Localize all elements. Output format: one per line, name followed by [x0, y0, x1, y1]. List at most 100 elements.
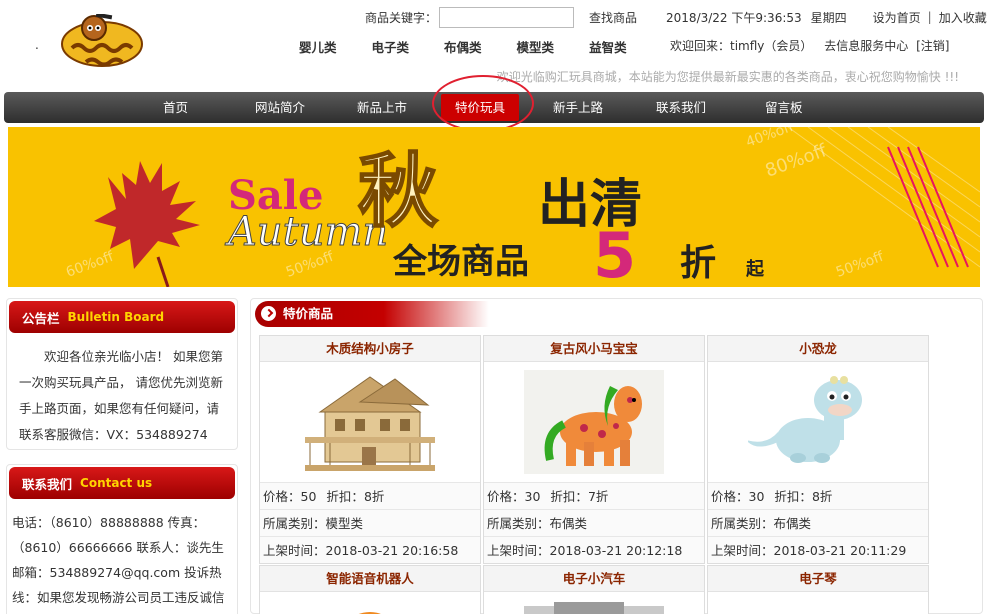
category-value: 布偶类 — [773, 516, 812, 531]
product-card[interactable]: 电子琴 — [707, 565, 929, 614]
category-value: 模型类 — [325, 516, 364, 531]
bulletin-title: 公告栏 — [22, 310, 60, 326]
time-value: 2018-03-21 20:16:58 — [325, 543, 459, 558]
discount-label: 折扣： — [550, 489, 588, 504]
discount-value: 8 — [811, 489, 820, 504]
price-label: 价格： — [487, 489, 525, 504]
product-card[interactable]: 小恐龙 价格：30 折扣：8折 所属类别：布偶类 上架时间：2018-03-21 … — [707, 335, 929, 564]
time-label: 上架时间： — [263, 543, 326, 558]
category-link-model[interactable]: 模型类 — [517, 37, 555, 56]
off-tag: 60%off — [64, 249, 116, 281]
bookmark-link[interactable]: 加入收藏 — [939, 9, 987, 26]
section-header: 特价商品 — [255, 301, 489, 327]
category-link-baby[interactable]: 婴儿类 — [299, 37, 337, 56]
welcome-marquee: 欢迎光临购汇玩具商城，本站能为您提供最新最实惠的各类商品，衷心祝您购物愉快 !!… — [496, 70, 959, 84]
search-product-link[interactable]: 查找商品 — [589, 9, 637, 26]
time-label: 上架时间： — [711, 543, 774, 558]
nav-about[interactable]: 网站简介 — [255, 92, 305, 123]
bulletin-header: 公告栏 Bulletin Board — [9, 301, 235, 333]
discount-label: 折扣： — [326, 489, 364, 504]
banner-zhe-text: 折 — [680, 243, 716, 284]
product-image-dinosaur[interactable] — [708, 362, 928, 482]
price-label: 价格： — [263, 489, 301, 504]
contact-header: 联系我们 Contact us — [9, 467, 235, 499]
user-bar: 欢迎回来：timfly（会员） 去信息服务中心 [注销] — [670, 37, 949, 54]
discount-unit: 折 — [595, 489, 609, 504]
category-link-plush[interactable]: 布偶类 — [444, 37, 482, 56]
product-image-wooden-house[interactable] — [260, 362, 480, 482]
nav-guestbook[interactable]: 留言板 — [765, 92, 803, 123]
weekday-text: 星期四 — [810, 10, 847, 25]
product-card[interactable]: 智能语音机器人 — [259, 565, 481, 614]
price-label: 价格： — [711, 489, 749, 504]
category-label: 所属类别： — [263, 516, 326, 531]
nav-home[interactable]: 首页 — [163, 92, 188, 123]
price-row: 价格：30 折扣：7折 — [484, 482, 704, 509]
price-value: 30 — [748, 489, 765, 504]
set-home-link[interactable]: 设为首页 — [873, 9, 921, 26]
price-row: 价格：50 折扣：8折 — [260, 482, 480, 509]
banner-qi-text: 起 — [745, 258, 765, 280]
discount-unit: 折 — [819, 489, 833, 504]
promo-banner[interactable]: 40%off 80%off 50%off 50%off 60%off Sale … — [8, 127, 980, 287]
contact-text: 电话：（8610）88888888 传真：（8610）66666666 联系人：… — [12, 515, 225, 605]
keyword-input[interactable] — [439, 6, 575, 28]
nav-contact[interactable]: 联系我们 — [656, 92, 706, 123]
product-name[interactable]: 电子琴 — [708, 566, 928, 592]
category-row: 所属类别：布偶类 — [484, 509, 704, 536]
maple-leaf-icon — [94, 161, 200, 287]
product-name[interactable]: 电子小汽车 — [484, 566, 704, 592]
price-value: 30 — [524, 489, 541, 504]
nav-beginner-guide[interactable]: 新手上路 — [553, 92, 603, 123]
banner-discount-number: 5 — [593, 219, 636, 287]
logout-link[interactable]: [注销] — [916, 39, 949, 53]
main-nav: 首页 网站简介 新品上市 特价玩具 新手上路 联系我们 留言板 — [4, 75, 984, 132]
time-row: 上架时间：2018-03-21 20:16:58 — [260, 536, 480, 563]
banner-all-items-text: 全场商品 — [392, 242, 529, 282]
product-name[interactable]: 复古风小马宝宝 — [484, 336, 704, 362]
category-row: 所属类别：布偶类 — [708, 509, 928, 536]
logo-dot: . — [35, 38, 39, 52]
top-bar: 商品关键字： 查找商品 2018/3/22 下午9:36:53 星期四 设为首页… — [365, 6, 987, 28]
product-card[interactable]: 电子小汽车 — [483, 565, 705, 614]
contact-box: 联系我们 Contact us 电话：（8610）88888888 传真：（86… — [6, 464, 238, 614]
discount-value: 8 — [363, 489, 372, 504]
product-name[interactable]: 小恐龙 — [708, 336, 928, 362]
section-title: 特价商品 — [283, 306, 334, 321]
bulletin-title-en: Bulletin Board — [67, 310, 165, 324]
price-value: 50 — [300, 489, 317, 504]
nav-new-arrivals[interactable]: 新品上市 — [357, 92, 407, 123]
discount-label: 折扣： — [774, 489, 812, 504]
site-logo[interactable] — [58, 12, 150, 72]
category-link-puzzle[interactable]: 益智类 — [589, 37, 627, 56]
product-card[interactable]: 木质结构小房子 价格：50 折扣：8折 所属类别：模型类 上架时间：2018-03… — [259, 335, 481, 564]
bulletin-text: 欢迎各位亲光临小店！ 如果您第一次购买玩具产品， 请您优先浏览新手上路页面，如果… — [19, 349, 223, 442]
category-links: 婴儿类 电子类 布偶类 模型类 益智类 — [299, 37, 662, 56]
service-center-link[interactable]: 去信息服务中心 — [824, 39, 908, 53]
time-value: 2018-03-21 20:11:29 — [773, 543, 907, 558]
separator: | — [927, 10, 932, 24]
category-link-electronic[interactable]: 电子类 — [372, 37, 410, 56]
category-row: 所属类别：模型类 — [260, 509, 480, 536]
time-row: 上架时间：2018-03-21 20:12:18 — [484, 536, 704, 563]
off-tag: 40%off — [744, 127, 796, 151]
time-value: 2018-03-21 20:12:18 — [549, 543, 683, 558]
product-image-keyboard[interactable] — [708, 592, 928, 614]
off-tag: 80%off — [763, 140, 830, 182]
product-image-pony[interactable] — [484, 362, 704, 482]
off-tag: 50%off — [834, 249, 886, 281]
product-card[interactable]: 复古风小马宝宝 价格：30 折扣：7折 所属类别：布偶类 上架时间：2018-03… — [483, 335, 705, 564]
product-image-robot[interactable] — [260, 592, 480, 614]
time-label: 上架时间： — [487, 543, 550, 558]
user-greeting: 欢迎回来：timfly（会员） — [670, 39, 813, 53]
product-name[interactable]: 智能语音机器人 — [260, 566, 480, 592]
product-name[interactable]: 木质结构小房子 — [260, 336, 480, 362]
product-image-toy-car[interactable] — [484, 592, 704, 614]
keyword-label: 商品关键字： — [365, 10, 438, 25]
time-row: 上架时间：2018-03-21 20:11:29 — [708, 536, 928, 563]
datetime-text: 2018/3/22 下午9:36:53 — [666, 10, 802, 25]
category-value: 布偶类 — [549, 516, 588, 531]
left-sidebar: 公告栏 Bulletin Board 欢迎各位亲光临小店！ 如果您第一次购买玩具… — [6, 298, 238, 614]
contact-title-en: Contact us — [80, 476, 153, 490]
nav-special-toys[interactable]: 特价玩具 — [441, 94, 520, 121]
